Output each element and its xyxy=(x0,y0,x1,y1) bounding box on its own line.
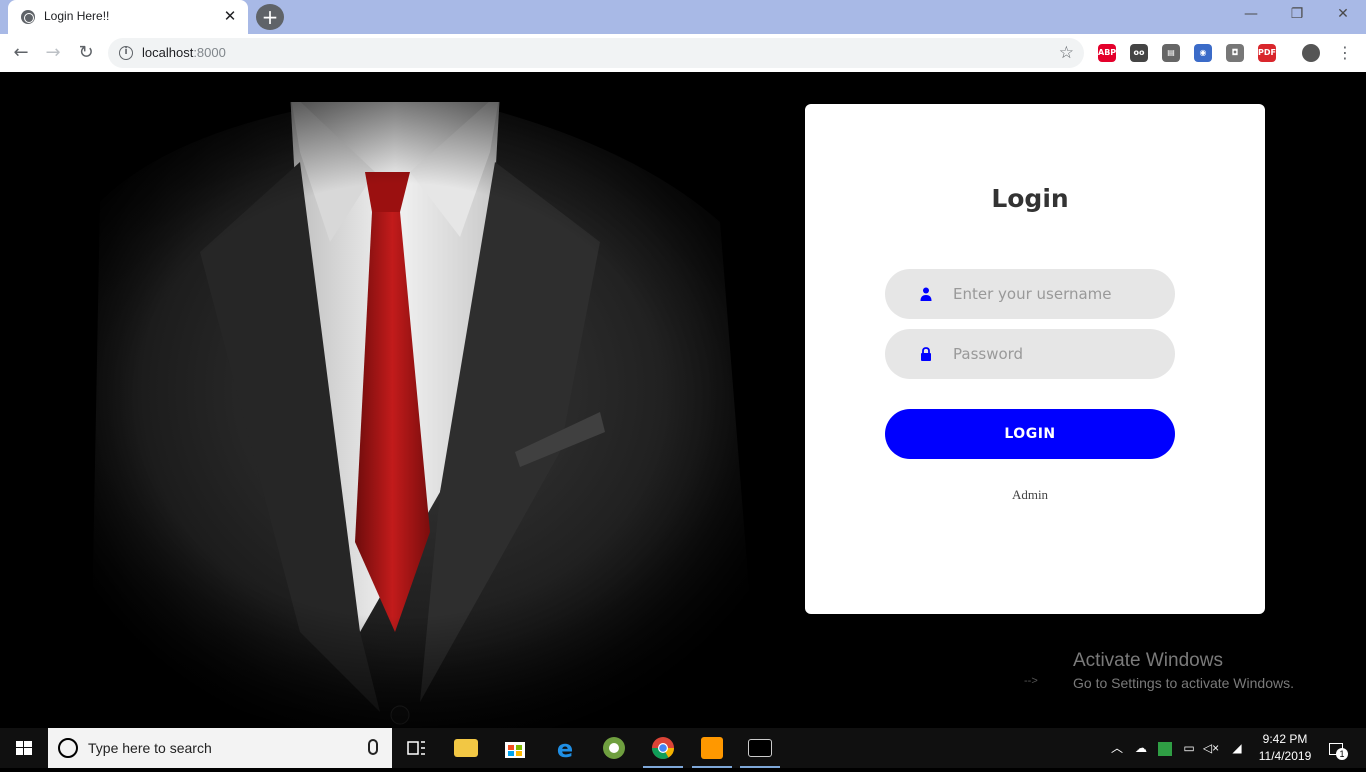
clock-time: 9:42 PM xyxy=(1262,732,1308,746)
microphone-icon[interactable] xyxy=(368,739,378,755)
username-field[interactable] xyxy=(885,269,1175,319)
file-explorer-icon[interactable] xyxy=(442,728,490,768)
user-icon xyxy=(920,287,932,301)
action-center-icon[interactable]: 1 xyxy=(1322,728,1350,768)
wifi-icon[interactable]: ◢ xyxy=(1226,728,1248,768)
store-icon[interactable] xyxy=(491,728,539,768)
edge-browser-icon[interactable]: e xyxy=(541,728,589,768)
onedrive-icon[interactable]: ☁ xyxy=(1130,728,1152,768)
tab-close-button[interactable]: ✕ xyxy=(220,6,240,26)
tray-overflow-icon[interactable]: ︿ xyxy=(1106,728,1128,768)
svg-text:e: e xyxy=(557,735,573,763)
reader-extension-icon[interactable]: oo xyxy=(1130,44,1148,62)
browser-menu-icon[interactable]: ⋮ xyxy=(1334,42,1356,64)
window-close-button[interactable]: ✕ xyxy=(1320,0,1366,30)
page-viewport: Login LOGIN Admin --> Activate Windows G… xyxy=(0,72,1366,728)
minimize-button[interactable]: — xyxy=(1228,0,1274,30)
login-card: Login LOGIN Admin xyxy=(805,104,1265,614)
browser-tab[interactable]: Login Here!! ✕ xyxy=(8,0,248,34)
stray-comment-text: --> xyxy=(1024,675,1038,687)
watermark-subtitle: Go to Settings to activate Windows. xyxy=(1073,675,1294,691)
login-title: Login xyxy=(991,184,1069,213)
pdf-extension-icon[interactable]: PDF xyxy=(1258,44,1276,62)
android-studio-icon[interactable] xyxy=(590,728,638,768)
restore-button[interactable]: ❐ xyxy=(1274,0,1320,30)
login-button[interactable]: LOGIN xyxy=(885,409,1175,459)
password-input[interactable] xyxy=(953,329,1163,379)
windows-start-icon[interactable] xyxy=(0,728,48,768)
clock-date: 11/4/2019 xyxy=(1258,749,1312,763)
reload-button[interactable]: ↻ xyxy=(75,42,97,64)
app-tray-icon[interactable] xyxy=(1154,728,1176,768)
browser-toolbar: ← → ↻ i localhost:8000 ☆ ABP oo ▤ ◉ ◘ PDF ⋮ xyxy=(0,34,1366,72)
activate-windows-watermark: Activate Windows Go to Settings to activ… xyxy=(1073,650,1294,691)
url-text: localhost:8000 xyxy=(142,45,226,60)
screenshot-extension-icon[interactable]: ◘ xyxy=(1226,44,1244,62)
chrome-icon[interactable] xyxy=(639,728,687,768)
back-button[interactable]: ← xyxy=(10,42,32,64)
admin-link[interactable]: Admin xyxy=(805,487,1255,503)
username-input[interactable] xyxy=(953,269,1163,319)
browser-tab-bar: Login Here!! ✕ + — ❐ ✕ xyxy=(0,0,1366,34)
windows-taskbar: Type here to search e ︿ ☁ ▭ ◁× ◢ 9:42 PM… xyxy=(0,728,1366,768)
forward-button[interactable]: → xyxy=(42,42,64,64)
docs-extension-icon[interactable]: ▤ xyxy=(1162,44,1180,62)
password-field[interactable] xyxy=(885,329,1175,379)
lock-icon xyxy=(921,347,931,361)
task-view-icon[interactable] xyxy=(392,728,440,768)
notification-count-badge: 1 xyxy=(1336,748,1348,760)
sublime-text-icon[interactable] xyxy=(688,728,736,768)
taskbar-clock[interactable]: 9:42 PM 11/4/2019 xyxy=(1250,731,1320,765)
cortana-icon xyxy=(58,738,78,758)
battery-icon[interactable]: ▭ xyxy=(1178,728,1200,768)
new-tab-button[interactable]: + xyxy=(256,4,284,30)
owl-extension-icon[interactable]: ◉ xyxy=(1194,44,1212,62)
volume-muted-icon[interactable]: ◁× xyxy=(1200,728,1222,768)
watermark-title: Activate Windows xyxy=(1073,650,1223,671)
suit-background-image xyxy=(0,72,800,728)
info-icon[interactable]: i xyxy=(119,46,133,60)
address-bar[interactable]: i localhost:8000 ☆ xyxy=(108,38,1084,68)
taskbar-search-box[interactable]: Type here to search xyxy=(48,728,392,768)
tab-title: Login Here!! xyxy=(44,9,110,23)
bookmark-star-icon[interactable]: ☆ xyxy=(1059,43,1074,63)
command-prompt-icon[interactable] xyxy=(736,728,784,768)
globe-icon xyxy=(21,10,35,24)
taskbar-search-placeholder: Type here to search xyxy=(88,740,212,756)
adblock-plus-extension-icon[interactable]: ABP xyxy=(1098,44,1116,62)
profile-avatar[interactable] xyxy=(1302,44,1320,62)
